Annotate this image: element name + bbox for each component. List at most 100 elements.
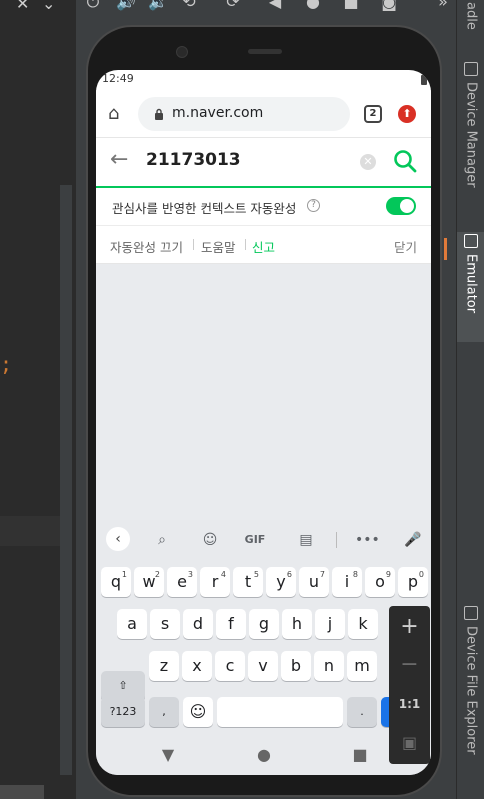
key-p[interactable]: p0: [398, 567, 428, 597]
actual-size-button[interactable]: 1:1: [389, 685, 430, 723]
tab-device-file-explorer[interactable]: Device File Explorer: [457, 604, 484, 784]
emulator-zoom-panel: + − 1:1 ▣: [389, 606, 430, 764]
more-tools-icon[interactable]: »: [434, 0, 452, 11]
key-r[interactable]: r4: [200, 567, 230, 597]
divider: [193, 239, 194, 250]
home-icon[interactable]: ⌂: [108, 104, 128, 124]
search-icon[interactable]: [392, 148, 418, 174]
earpiece-speaker: [248, 49, 282, 54]
volume-down-icon[interactable]: 🔉: [148, 0, 168, 11]
horizontal-scrollbar[interactable]: [0, 785, 44, 799]
tab-switcher-button[interactable]: 2: [364, 105, 382, 123]
context-autocomplete-toggle[interactable]: [386, 197, 416, 215]
back-icon[interactable]: ◀: [266, 0, 284, 11]
camera-icon[interactable]: ◙: [380, 0, 398, 11]
search-icon[interactable]: ⌕: [151, 529, 173, 551]
key-k[interactable]: k: [348, 609, 378, 639]
selected-line: [0, 516, 60, 546]
autocomplete-off-link[interactable]: 자동완성 끄기: [110, 237, 183, 256]
key-w[interactable]: w2: [134, 567, 164, 597]
microphone-icon[interactable]: 🎤: [402, 529, 424, 551]
zoom-out-button[interactable]: −: [389, 646, 430, 684]
power-icon[interactable]: ⏻: [84, 0, 102, 11]
collapse-chevron-icon[interactable]: ‹: [106, 527, 130, 551]
autocomplete-options-row: 자동완성 끄기 도움말 신고 닫기: [96, 226, 431, 264]
search-bar: ← 21173013 ✕: [96, 138, 431, 188]
chevron-down-icon[interactable]: ⌄: [42, 0, 55, 13]
key-c[interactable]: c: [215, 651, 245, 681]
key-space[interactable]: [217, 697, 343, 727]
rotate-right-icon[interactable]: ⟳: [224, 0, 242, 11]
back-arrow-icon[interactable]: ←: [110, 148, 134, 172]
more-icon[interactable]: •••: [355, 529, 380, 551]
key-h[interactable]: h: [282, 609, 312, 639]
key-g[interactable]: g: [249, 609, 279, 639]
nav-home-icon[interactable]: ●: [254, 745, 274, 765]
nav-recents-icon[interactable]: ■: [350, 745, 370, 765]
divider: [336, 532, 337, 548]
key-f[interactable]: f: [216, 609, 246, 639]
status-bar: 12:49: [96, 70, 431, 90]
address-bar[interactable]: m.naver.com: [138, 97, 350, 131]
context-autocomplete-label: 관심사를 반영한 컨텍스트 자동완성: [112, 201, 297, 216]
fit-screen-icon[interactable]: ▣: [389, 724, 430, 762]
tab-emulator[interactable]: Emulator: [457, 232, 484, 342]
key-comma[interactable]: ,: [149, 697, 179, 727]
key-v[interactable]: v: [248, 651, 278, 681]
editor-scrollbar[interactable]: [60, 185, 72, 775]
phone-screen: 12:49 ⌂ m.naver.com 2 ⬆ ← 21173013 ✕ 관심사…: [96, 70, 431, 775]
key-a[interactable]: a: [117, 609, 147, 639]
tab-emulator-label: Emulator: [463, 254, 479, 314]
clear-icon[interactable]: ✕: [360, 154, 376, 170]
key-t[interactable]: t5: [233, 567, 263, 597]
tab-device-manager-label: Device Manager: [463, 82, 479, 188]
clipboard-icon[interactable]: ▤: [295, 529, 317, 551]
key-o[interactable]: o9: [365, 567, 395, 597]
key-x[interactable]: x: [182, 651, 212, 681]
browser-toolbar: ⌂ m.naver.com 2 ⬆: [96, 90, 431, 138]
sticker-icon[interactable]: ☺: [199, 529, 221, 551]
divider: [245, 239, 246, 250]
key-b[interactable]: b: [281, 651, 311, 681]
rotate-left-icon[interactable]: ⟲: [180, 0, 198, 11]
report-link[interactable]: 신고: [252, 237, 275, 256]
key-m[interactable]: m: [347, 651, 377, 681]
key-s[interactable]: s: [150, 609, 180, 639]
tool-window-rail: adle Device Manager Emulator Device File…: [456, 0, 484, 799]
close-icon[interactable]: ✕: [16, 0, 29, 13]
key-symbols[interactable]: ?123: [101, 697, 145, 727]
emulator-resize-indicator: [444, 238, 447, 260]
key-q[interactable]: q1: [101, 567, 131, 597]
key-period[interactable]: .: [347, 697, 377, 727]
device-file-explorer-icon: [464, 606, 478, 620]
key-u[interactable]: u7: [299, 567, 329, 597]
gif-button[interactable]: GIF: [244, 529, 266, 551]
emoji-icon[interactable]: ☺: [183, 697, 213, 727]
tab-gradle[interactable]: adle: [457, 0, 484, 36]
volume-up-icon[interactable]: 🔊: [116, 0, 136, 11]
key-j[interactable]: j: [315, 609, 345, 639]
suggestions-area: [96, 264, 431, 520]
zoom-in-button[interactable]: +: [389, 608, 430, 646]
help-icon[interactable]: ?: [307, 199, 320, 212]
key-z[interactable]: z: [149, 651, 179, 681]
lock-icon: [155, 108, 163, 120]
key-e[interactable]: e3: [167, 567, 197, 597]
nav-back-icon[interactable]: ▼: [158, 745, 178, 765]
help-link[interactable]: 도움말: [201, 237, 236, 256]
key-i[interactable]: i8: [332, 567, 362, 597]
tab-device-manager[interactable]: Device Manager: [457, 60, 484, 210]
overview-icon[interactable]: ■: [342, 0, 360, 11]
soft-keyboard: ‹ ⌕ ☺ GIF ▤ ••• 🎤 q1w2e3r4t5y6u7i8o9p0 a…: [96, 520, 431, 732]
update-arrow-icon[interactable]: ⬆: [398, 105, 416, 123]
home-icon[interactable]: ●: [304, 0, 322, 11]
keyboard-toolbar: ‹ ⌕ ☺ GIF ▤ ••• 🎤: [96, 520, 431, 558]
key-y[interactable]: y6: [266, 567, 296, 597]
emulator-toolbar: ⏻ 🔊 🔉 ⟲ ⟳ ◀ ● ■ ◙ »: [76, 0, 456, 16]
code-fragment: ;: [0, 352, 13, 376]
close-link[interactable]: 닫기: [394, 237, 417, 256]
search-input[interactable]: 21173013: [146, 150, 241, 170]
key-n[interactable]: n: [314, 651, 344, 681]
key-d[interactable]: d: [183, 609, 213, 639]
device-manager-icon: [464, 62, 478, 76]
